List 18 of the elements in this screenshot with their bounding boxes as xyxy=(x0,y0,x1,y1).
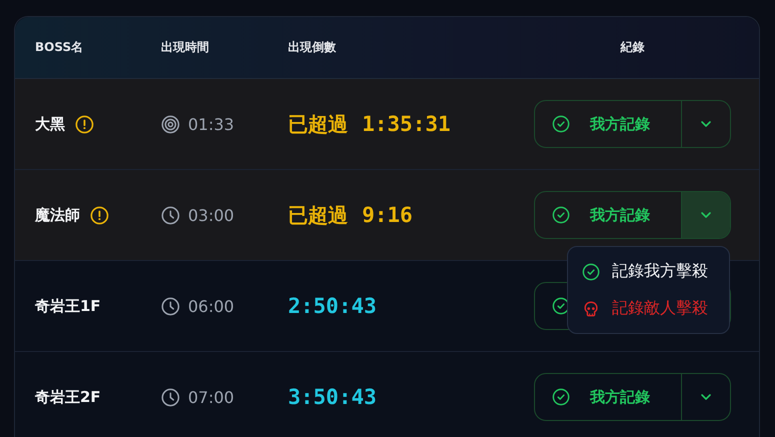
boss-name: 奇岩王1F xyxy=(35,296,101,316)
spawn-time: 01:33 xyxy=(188,114,234,134)
overdue-label: 已超過 xyxy=(288,202,348,228)
spawn-time: 07:00 xyxy=(188,388,234,406)
countdown-timer: 1:35:31 xyxy=(362,112,451,136)
countdown-timer: 9:16 xyxy=(362,203,413,227)
boss-name: 奇岩王2F xyxy=(35,388,101,406)
column-header: BOSS名 xyxy=(35,39,84,56)
countdown-timer: 3:50:43 xyxy=(288,385,377,409)
spawn-time: 06:00 xyxy=(188,296,234,316)
boss-name: 魔法師 xyxy=(35,206,80,224)
countdown-timer: 2:50:43 xyxy=(288,294,377,318)
column-header: 紀錄 xyxy=(619,39,646,56)
column-header: 出現時間 xyxy=(161,39,210,56)
boss-name: 大黑 xyxy=(35,114,65,134)
spawn-time: 03:00 xyxy=(188,206,234,224)
overdue-label: 已超過 xyxy=(288,110,348,138)
column-header: 出現倒數 xyxy=(288,39,337,56)
